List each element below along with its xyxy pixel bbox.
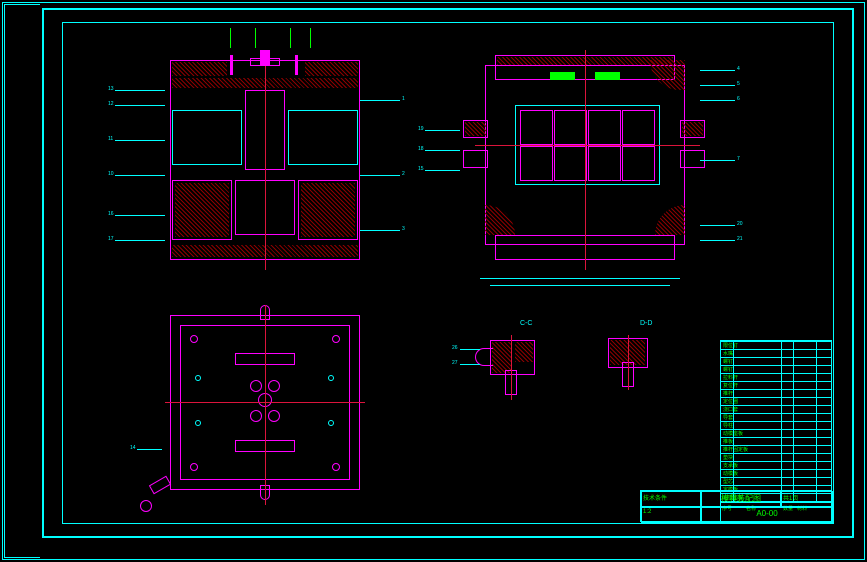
balloon-19: 19 xyxy=(418,126,424,132)
balloon-27: 27 xyxy=(452,360,458,366)
leader xyxy=(425,130,460,131)
parts-row: 浇口套 xyxy=(723,406,738,413)
view-detail-cc: C-C xyxy=(470,330,560,410)
leader xyxy=(360,230,400,231)
left-gutter xyxy=(4,4,40,558)
parts-row: 垫块 xyxy=(723,454,733,461)
section-label-dd: D-D xyxy=(640,320,652,327)
dim-mark xyxy=(255,28,256,48)
title-material: 技术条件 xyxy=(641,491,701,507)
parts-row: 动模板 xyxy=(723,470,738,477)
leader xyxy=(137,449,162,450)
dim-line xyxy=(480,278,680,279)
balloon-6: 6 xyxy=(737,96,740,102)
leader xyxy=(115,90,165,91)
balloon-13: 13 xyxy=(108,86,114,92)
leader xyxy=(700,160,735,161)
leader xyxy=(460,364,480,365)
parts-row: 限位钉 xyxy=(723,342,738,349)
leader xyxy=(360,100,400,101)
balloon-11: 11 xyxy=(108,136,113,142)
parts-row: 拉料杆 xyxy=(723,374,738,381)
leader xyxy=(700,100,735,101)
balloon-14: 14 xyxy=(130,445,136,451)
parts-row: 螺钉 xyxy=(723,366,733,373)
title-block: 技术条件 模具装配图 共1页 1:2 A0-00 xyxy=(640,490,832,522)
balloon-7: 7 xyxy=(737,156,740,162)
parts-row: 型芯 xyxy=(723,478,733,485)
leader xyxy=(115,240,165,241)
parts-row: 支承板 xyxy=(723,462,738,469)
section-label-cc: C-C xyxy=(520,320,532,327)
leader xyxy=(460,349,480,350)
view-bottom xyxy=(150,305,380,515)
balloon-18: 18 xyxy=(418,146,424,152)
balloon-10: 10 xyxy=(108,171,114,177)
leader xyxy=(115,215,165,216)
dim-mark xyxy=(310,28,311,48)
balloon-15: 15 xyxy=(418,166,424,172)
title-name: 模具装配图 xyxy=(701,491,781,507)
parts-row: 推杆 xyxy=(723,390,733,397)
leader xyxy=(700,225,735,226)
balloon-26: 26 xyxy=(452,345,458,351)
leader xyxy=(700,85,735,86)
title-number: A0-00 xyxy=(701,507,833,523)
view-main-section xyxy=(150,50,380,270)
parts-row: 推杆固定板 xyxy=(723,446,748,453)
parts-row: 推板 xyxy=(723,438,733,445)
parts-row: 导套 xyxy=(723,414,733,421)
balloon-12: 12 xyxy=(108,101,114,107)
parts-row: 导柱 xyxy=(723,422,733,429)
balloon-4: 4 xyxy=(737,66,740,72)
parts-row: 螺钉 xyxy=(723,358,733,365)
dim-mark xyxy=(290,28,291,48)
balloon-3: 3 xyxy=(402,226,405,232)
parts-row: 复位杆 xyxy=(723,382,738,389)
view-plan xyxy=(455,50,715,270)
balloon-21: 21 xyxy=(737,236,743,242)
leader xyxy=(700,240,735,241)
balloon-20: 20 xyxy=(737,221,743,227)
balloon-5: 5 xyxy=(737,81,740,87)
leader xyxy=(425,170,460,171)
leader xyxy=(360,175,400,176)
balloon-16: 16 xyxy=(108,211,114,217)
leader xyxy=(700,70,735,71)
title-sheet: 共1页 xyxy=(781,491,833,507)
parts-row: 定位圈 xyxy=(723,398,738,405)
title-scale: 1:2 xyxy=(641,507,701,523)
leader xyxy=(425,150,460,151)
dim-mark xyxy=(230,28,231,48)
balloon-2: 2 xyxy=(402,171,405,177)
balloon-1: 1 xyxy=(402,96,405,102)
view-detail-dd: D-D xyxy=(600,330,680,400)
leader xyxy=(115,105,165,106)
parts-row: 水嘴 xyxy=(723,350,733,357)
leader xyxy=(115,140,165,141)
dim-line xyxy=(490,285,670,286)
balloon-17: 17 xyxy=(108,236,114,242)
leader xyxy=(115,175,165,176)
